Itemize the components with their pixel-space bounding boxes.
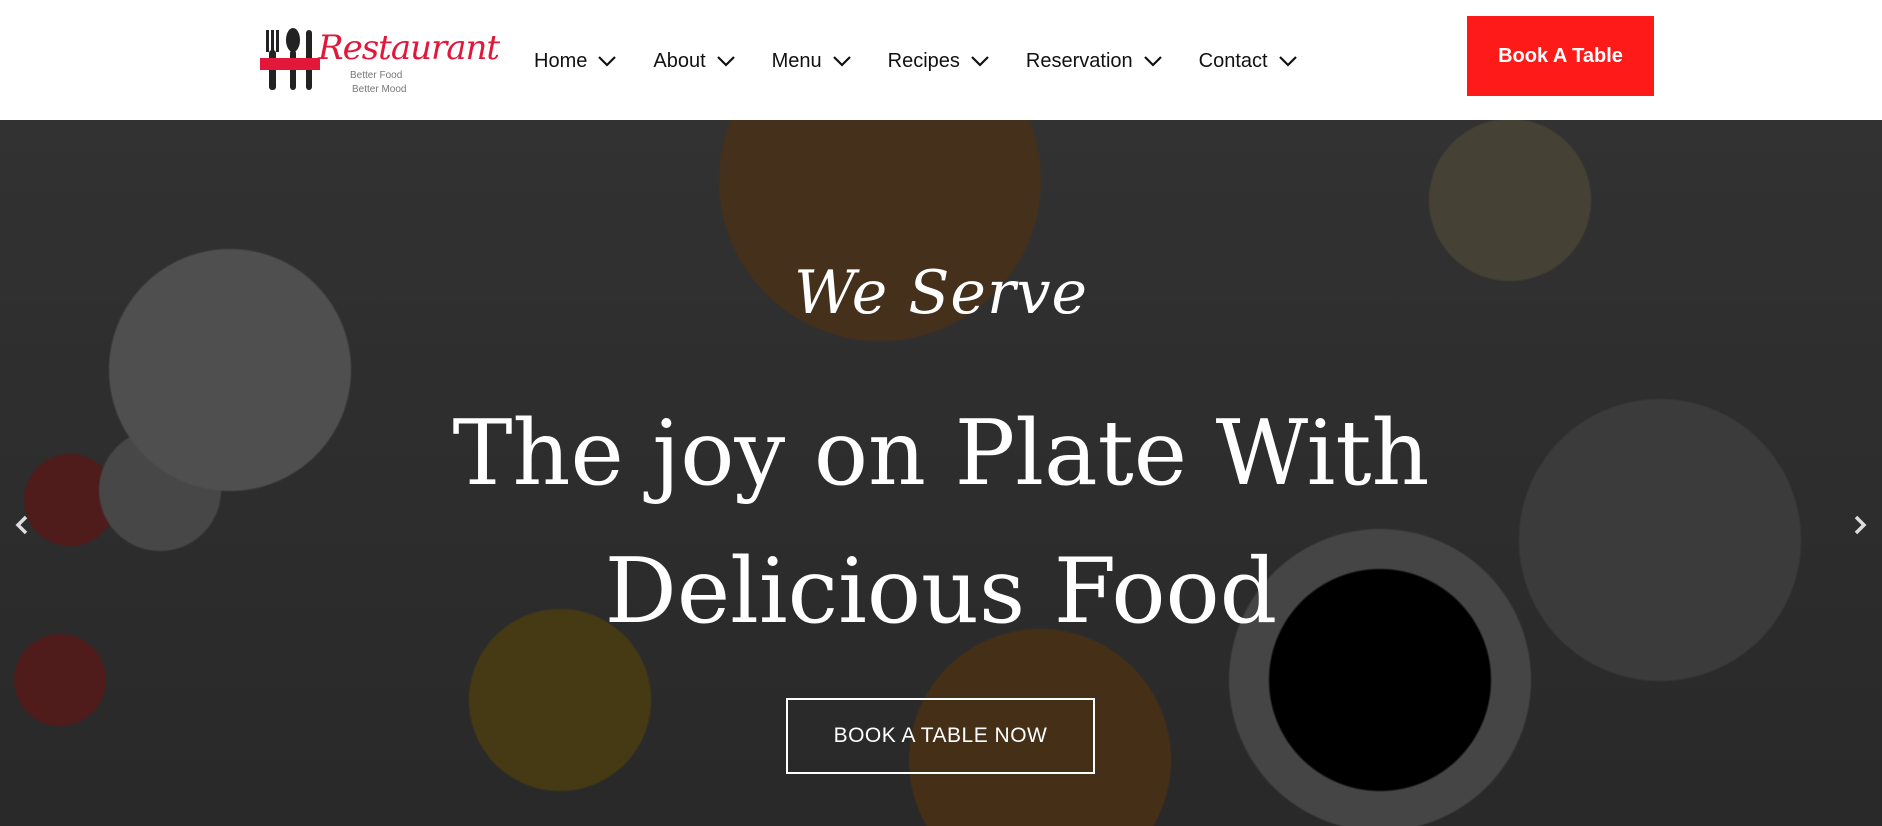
- nav-item-label: Home: [534, 49, 588, 72]
- hero-title-line-2: Delicious Food: [604, 539, 1278, 644]
- chevron-down-icon: [1143, 56, 1162, 67]
- nav-item-label: Recipes: [887, 49, 960, 72]
- main-nav: Home About Menu Recipes Reservation Cont…: [534, 46, 1334, 76]
- hero-eyebrow: We Serve: [793, 258, 1089, 328]
- chevron-down-icon: [832, 56, 851, 67]
- nav-item-home[interactable]: Home: [534, 50, 617, 73]
- hero-title-line-1: The joy on Plate With: [452, 401, 1430, 506]
- nav-item-recipes[interactable]: Recipes: [888, 50, 990, 73]
- nav-item-label: About: [653, 49, 706, 72]
- nav-item-reservation[interactable]: Reservation: [1026, 50, 1163, 73]
- chevron-down-icon: [716, 56, 735, 67]
- hero-slider: We Serve The joy on Plate With Delicious…: [0, 120, 1882, 826]
- site-header: Restaurant Better Food Better Mood Home …: [0, 0, 1882, 120]
- logo-wordmark: Restaurant: [318, 28, 500, 68]
- book-a-table-now-button[interactable]: BOOK A TABLE NOW: [786, 698, 1095, 774]
- chevron-down-icon: [598, 56, 617, 67]
- nav-item-label: Menu: [771, 49, 822, 72]
- nav-item-label: Reservation: [1025, 49, 1133, 72]
- hero-title: The joy on Plate With Delicious Food: [0, 385, 1882, 661]
- site-logo[interactable]: Restaurant Better Food Better Mood: [260, 18, 500, 102]
- book-a-table-button[interactable]: Book A Table: [1467, 16, 1654, 96]
- nav-item-contact[interactable]: Contact: [1199, 50, 1298, 73]
- chevron-right-icon[interactable]: [1848, 513, 1872, 537]
- nav-item-label: Contact: [1198, 49, 1268, 72]
- chevron-down-icon: [1278, 56, 1297, 67]
- chevron-down-icon: [971, 56, 989, 67]
- chevron-left-icon[interactable]: [10, 513, 34, 537]
- cutlery-logo-icon: [260, 28, 320, 90]
- nav-item-about[interactable]: About: [653, 50, 735, 73]
- nav-item-menu[interactable]: Menu: [772, 50, 852, 73]
- logo-tagline-1: Better Food: [350, 70, 403, 81]
- logo-tagline-2: Better Mood: [352, 84, 407, 95]
